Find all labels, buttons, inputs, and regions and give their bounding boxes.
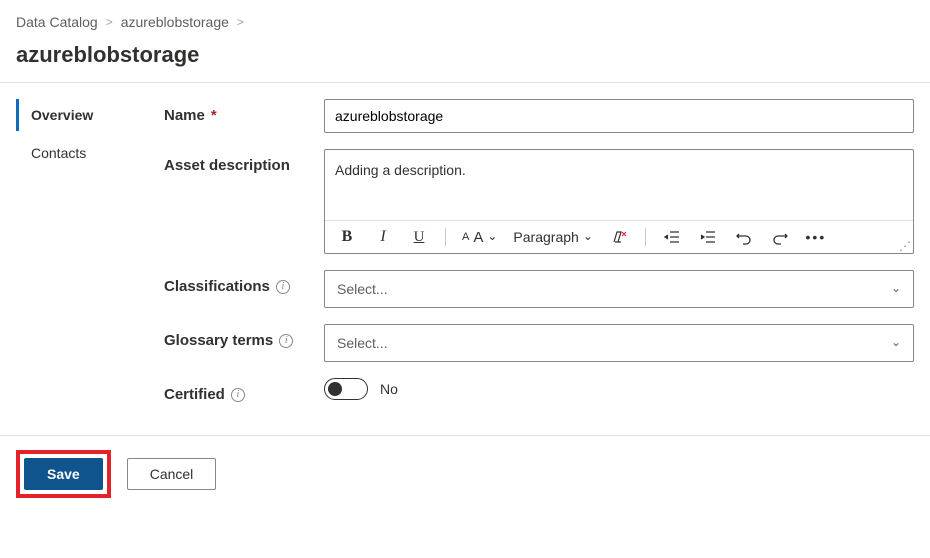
breadcrumb-item-data-catalog[interactable]: Data Catalog — [16, 14, 98, 30]
chevron-down-icon — [891, 281, 901, 297]
chevron-down-icon — [487, 229, 497, 245]
rich-text-toolbar: B I U AA Paragraph — [325, 220, 913, 253]
save-highlight: Save — [16, 450, 111, 498]
name-input[interactable] — [324, 99, 914, 133]
italic-icon[interactable]: I — [373, 227, 393, 247]
font-size-dropdown[interactable]: AA — [462, 229, 497, 246]
info-icon[interactable]: i — [276, 280, 290, 294]
paragraph-dropdown[interactable]: Paragraph — [513, 229, 592, 245]
asset-description-label: Asset description — [164, 149, 324, 174]
bold-icon[interactable]: B — [337, 227, 357, 247]
indent-icon[interactable] — [698, 227, 718, 247]
redo-icon[interactable] — [770, 227, 790, 247]
separator — [445, 228, 446, 246]
separator — [645, 228, 646, 246]
toggle-knob — [328, 382, 342, 396]
underline-icon[interactable]: U — [409, 227, 429, 247]
certified-value: No — [380, 381, 398, 397]
asset-description-editor[interactable]: Adding a description. — [325, 150, 913, 220]
breadcrumb: Data Catalog > azureblobstorage > — [0, 0, 930, 38]
font-size-icon: A — [462, 231, 469, 243]
clear-formatting-icon[interactable] — [609, 227, 629, 247]
breadcrumb-item-azureblobstorage[interactable]: azureblobstorage — [121, 14, 229, 30]
save-button[interactable]: Save — [24, 458, 103, 490]
glossary-terms-label: Glossary terms i — [164, 324, 324, 349]
chevron-right-icon: > — [237, 15, 244, 29]
certified-toggle[interactable] — [324, 378, 368, 400]
info-icon[interactable]: i — [231, 388, 245, 402]
glossary-terms-select[interactable]: Select... — [324, 324, 914, 362]
outdent-icon[interactable] — [662, 227, 682, 247]
undo-icon[interactable] — [734, 227, 754, 247]
info-icon[interactable]: i — [279, 334, 293, 348]
more-icon[interactable]: ••• — [806, 227, 826, 247]
classifications-select[interactable]: Select... — [324, 270, 914, 308]
sidebar-item-contacts[interactable]: Contacts — [16, 137, 156, 169]
chevron-right-icon: > — [106, 15, 113, 29]
name-label: Name* — [164, 99, 324, 124]
chevron-down-icon — [583, 229, 593, 245]
sidebar-item-overview[interactable]: Overview — [16, 99, 156, 131]
sidebar: Overview Contacts — [16, 99, 156, 419]
certified-label: Certified i — [164, 378, 324, 403]
classifications-label: Classifications i — [164, 270, 324, 295]
chevron-down-icon — [891, 335, 901, 351]
footer: Save Cancel — [0, 436, 930, 512]
cancel-button[interactable]: Cancel — [127, 458, 217, 490]
page-title: azureblobstorage — [0, 38, 930, 82]
